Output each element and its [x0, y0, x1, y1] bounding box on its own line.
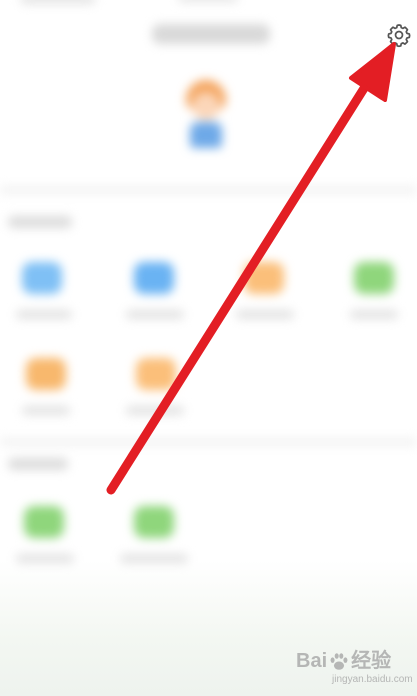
section-title-placeholder [8, 458, 68, 470]
grid-item-icon[interactable] [24, 506, 64, 538]
watermark: Bai 经验 jingyan.baidu.com [296, 644, 413, 692]
grid-item-icon[interactable] [134, 262, 174, 294]
status-bar-item [20, 0, 96, 4]
grid-item-label-placeholder [16, 310, 72, 319]
grid-item-icon[interactable] [244, 262, 284, 294]
blurred-app-content [0, 0, 417, 696]
grid-item-label-placeholder [126, 406, 184, 415]
grid-item-icon[interactable] [134, 506, 174, 538]
avatar[interactable] [180, 78, 232, 152]
paw-icon [330, 653, 348, 670]
watermark-url: jingyan.baidu.com [332, 674, 413, 685]
grid-item-label-placeholder [126, 310, 184, 319]
section-divider [0, 438, 417, 446]
grid-item-label-placeholder [350, 310, 398, 319]
grid-item-icon[interactable] [22, 262, 62, 294]
section-divider [0, 186, 417, 194]
app-screen: Bai 经验 jingyan.baidu.com [0, 0, 417, 696]
section-title-placeholder [8, 216, 72, 228]
grid-item-label-placeholder [120, 554, 188, 563]
page-title-placeholder [152, 24, 270, 44]
grid-item-label-placeholder [16, 554, 74, 563]
avatar-body [190, 122, 222, 148]
grid-item-icon[interactable] [136, 358, 176, 390]
status-bar-item [178, 0, 238, 2]
grid-item-icon[interactable] [26, 358, 66, 390]
watermark-brand-right: 经验 [351, 650, 392, 672]
gear-icon [387, 24, 411, 48]
watermark-brand: Bai 经验 [296, 644, 391, 673]
watermark-brand-left: Bai [296, 650, 328, 672]
grid-item-icon[interactable] [354, 262, 394, 294]
settings-button[interactable] [386, 22, 412, 48]
avatar-face [192, 92, 220, 120]
grid-item-label-placeholder [22, 406, 70, 415]
grid-item-label-placeholder [236, 310, 294, 319]
